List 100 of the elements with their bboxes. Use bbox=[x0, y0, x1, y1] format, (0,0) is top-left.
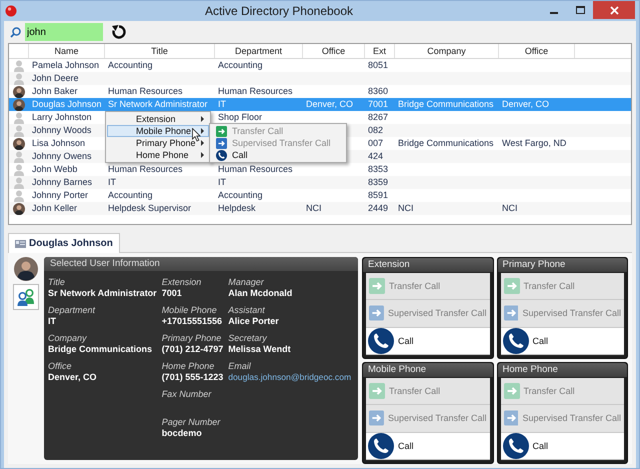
field-label: Primary Phone bbox=[162, 333, 222, 343]
email-link[interactable]: douglas.johnson@bridgeoc.com bbox=[228, 372, 352, 382]
column-header[interactable]: Department bbox=[215, 44, 303, 58]
field-label: Extension bbox=[162, 277, 202, 287]
window-title: Active Directory Phonebook bbox=[204, 4, 354, 18]
column-header[interactable]: Office bbox=[499, 44, 575, 58]
field-value: Alan Mcdonald bbox=[228, 288, 292, 298]
field-label: Title bbox=[48, 277, 65, 287]
field-label: Department bbox=[48, 305, 96, 315]
table-cell[interactable]: Larry Johnston bbox=[32, 112, 92, 122]
table-cell: 2449 bbox=[368, 203, 388, 213]
field-label: Pager Number bbox=[162, 417, 220, 427]
transfer-icon bbox=[369, 383, 385, 400]
table-cell: Sr Network Administrator bbox=[108, 99, 208, 109]
table-cell: 8591 bbox=[368, 190, 388, 200]
avatar bbox=[13, 86, 25, 98]
refresh-button[interactable] bbox=[111, 24, 127, 40]
panel-title: Selected User Information bbox=[44, 257, 358, 271]
column-header[interactable]: Ext bbox=[365, 44, 395, 58]
field-value: bocdemo bbox=[162, 428, 202, 438]
table-cell: Denver, CO bbox=[502, 99, 550, 109]
field-value: +17015551556 bbox=[162, 316, 222, 326]
transfer-icon bbox=[504, 410, 518, 426]
field-value: Alice Porter bbox=[228, 316, 279, 326]
table-cell: 7001 bbox=[368, 99, 388, 109]
close-button[interactable] bbox=[593, 1, 635, 19]
person-icon bbox=[14, 124, 24, 136]
table-cell: NCI bbox=[398, 203, 414, 213]
field-value: 7001 bbox=[162, 288, 182, 298]
table-cell: 8267 bbox=[368, 112, 388, 122]
table-cell: Bridge Communications bbox=[398, 99, 494, 109]
close-icon bbox=[610, 6, 618, 14]
avatar bbox=[13, 138, 25, 150]
field-label: Email bbox=[228, 361, 251, 371]
person-icon bbox=[14, 190, 24, 202]
person-icon bbox=[14, 164, 24, 176]
table-cell: NCI bbox=[502, 203, 518, 213]
table-cell[interactable]: Johnny Woods bbox=[32, 125, 92, 135]
phone-icon bbox=[368, 328, 394, 354]
card-title: Home Phone bbox=[498, 363, 627, 377]
field-value: (701) 555-1223 bbox=[162, 372, 224, 382]
tab[interactable]: Douglas Johnson bbox=[8, 233, 120, 253]
table-cell[interactable]: John Baker bbox=[32, 86, 78, 96]
person-icon bbox=[14, 112, 24, 124]
table-cell: Denver, CO bbox=[306, 99, 354, 109]
table-cell[interactable]: John Keller bbox=[32, 203, 78, 213]
table-cell[interactable]: Johnny Porter bbox=[32, 190, 88, 200]
table-cell: Human Resources bbox=[218, 164, 293, 174]
column-header[interactable]: Company bbox=[395, 44, 499, 58]
table-cell: 8359 bbox=[368, 177, 388, 187]
phone-icon bbox=[502, 432, 528, 459]
table-cell: Accounting bbox=[108, 190, 153, 200]
table-cell: IT bbox=[218, 99, 226, 109]
table-cell[interactable]: John Webb bbox=[32, 164, 78, 174]
person-icon bbox=[14, 60, 24, 72]
menu-item[interactable]: Mobile Phone bbox=[107, 125, 209, 137]
field-label: Mobile Phone bbox=[162, 305, 217, 315]
table-cell: IT bbox=[108, 177, 116, 187]
field-label: Secretary bbox=[228, 333, 267, 343]
action-button[interactable]: Call bbox=[366, 432, 490, 460]
card-title: Extension bbox=[363, 258, 492, 272]
table-cell: 8353 bbox=[368, 164, 388, 174]
table-cell: West Fargo, ND bbox=[502, 138, 566, 148]
avatar bbox=[13, 98, 25, 110]
table-cell[interactable]: Johnny Barnes bbox=[32, 177, 92, 187]
table-cell[interactable]: Pamela Johnson bbox=[32, 60, 100, 70]
maximize-icon bbox=[576, 6, 584, 14]
table-cell: Shop Floor bbox=[218, 112, 262, 122]
field-value: Denver, CO bbox=[48, 372, 97, 382]
field-label: Fax Number bbox=[162, 389, 212, 399]
table-cell[interactable]: John Deere bbox=[32, 73, 79, 83]
table-cell[interactable]: Lisa Johnson bbox=[32, 138, 86, 148]
menu-item[interactable]: Extension bbox=[107, 113, 209, 125]
field-label: Company bbox=[48, 333, 87, 343]
table-cell: 8051 bbox=[368, 60, 388, 70]
app-icon bbox=[5, 5, 17, 17]
transfer-icon bbox=[216, 138, 227, 148]
table-cell[interactable]: Johnny Owens bbox=[32, 151, 92, 161]
table-cell: Human Resources bbox=[108, 164, 183, 174]
transfer-icon bbox=[504, 305, 518, 322]
refresh-icon bbox=[111, 24, 127, 40]
column-header[interactable]: Name bbox=[29, 44, 105, 58]
transfer-icon bbox=[504, 383, 520, 400]
action-button[interactable]: Call bbox=[500, 432, 624, 460]
search-icon bbox=[10, 26, 21, 38]
column-header[interactable]: Office bbox=[303, 44, 365, 58]
action-button[interactable]: Call bbox=[366, 328, 490, 355]
table-cell: Helpdesk Supervisor bbox=[108, 203, 192, 213]
contacts-button[interactable] bbox=[13, 284, 39, 310]
column-header[interactable]: Title bbox=[105, 44, 215, 58]
table-cell: Human Resources bbox=[108, 86, 183, 96]
transfer-icon bbox=[216, 126, 227, 136]
search-field[interactable]: john bbox=[25, 23, 103, 41]
table-cell: Accounting bbox=[218, 190, 263, 200]
menu-item[interactable]: Call bbox=[211, 149, 345, 161]
transfer-icon bbox=[369, 410, 384, 426]
action-button[interactable]: Call bbox=[500, 328, 624, 355]
field-value: Sr Network Administrator bbox=[48, 288, 157, 298]
table-cell: Bridge Communications bbox=[398, 138, 494, 148]
menu-item[interactable]: Home Phone bbox=[107, 149, 209, 161]
